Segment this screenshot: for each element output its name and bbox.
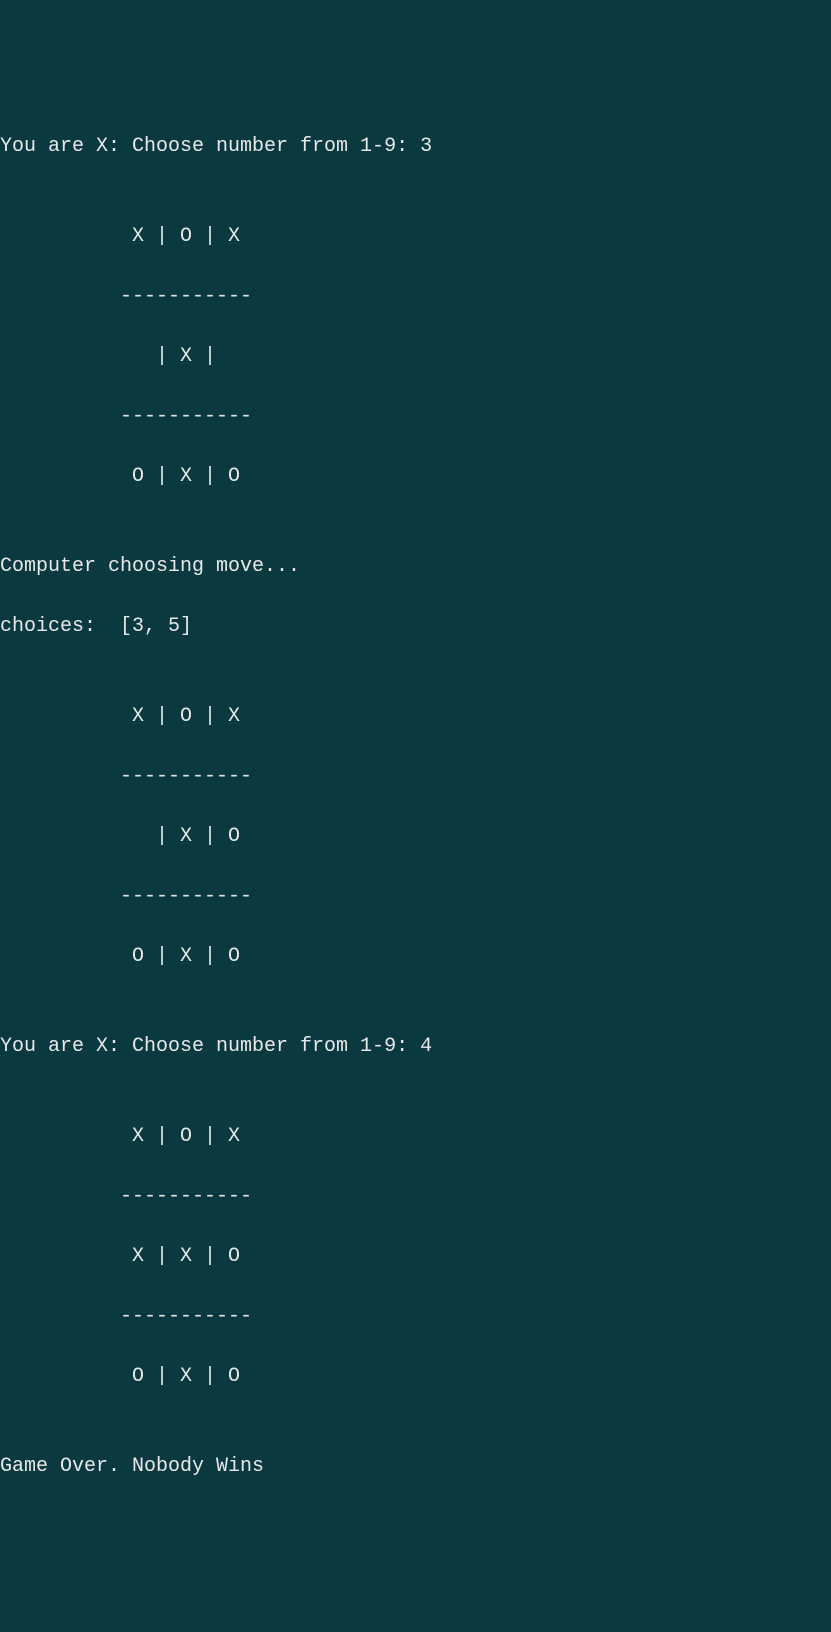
board1-row1: X | O | X [0, 222, 831, 252]
prompt-line-2: You are X: Choose number from 1-9: 4 [0, 1032, 831, 1062]
computer-move-line: Computer choosing move... [0, 552, 831, 582]
board1-divider1: ----------- [0, 282, 831, 312]
board2-divider1: ----------- [0, 762, 831, 792]
choices-line: choices: [3, 5] [0, 612, 831, 642]
board1-row3: O | X | O [0, 462, 831, 492]
board3-row1: X | O | X [0, 1122, 831, 1152]
board3-divider2: ----------- [0, 1302, 831, 1332]
board2-row1: X | O | X [0, 702, 831, 732]
board3-row3: O | X | O [0, 1362, 831, 1392]
board2-row2: | X | O [0, 822, 831, 852]
board3-divider1: ----------- [0, 1182, 831, 1212]
game-over-line: Game Over. Nobody Wins [0, 1452, 831, 1482]
board2-divider2: ----------- [0, 882, 831, 912]
prompt-line-1: You are X: Choose number from 1-9: 3 [0, 132, 831, 162]
board1-divider2: ----------- [0, 402, 831, 432]
board2-row3: O | X | O [0, 942, 831, 972]
board3-row2: X | X | O [0, 1242, 831, 1272]
board1-row2: | X | [0, 342, 831, 372]
